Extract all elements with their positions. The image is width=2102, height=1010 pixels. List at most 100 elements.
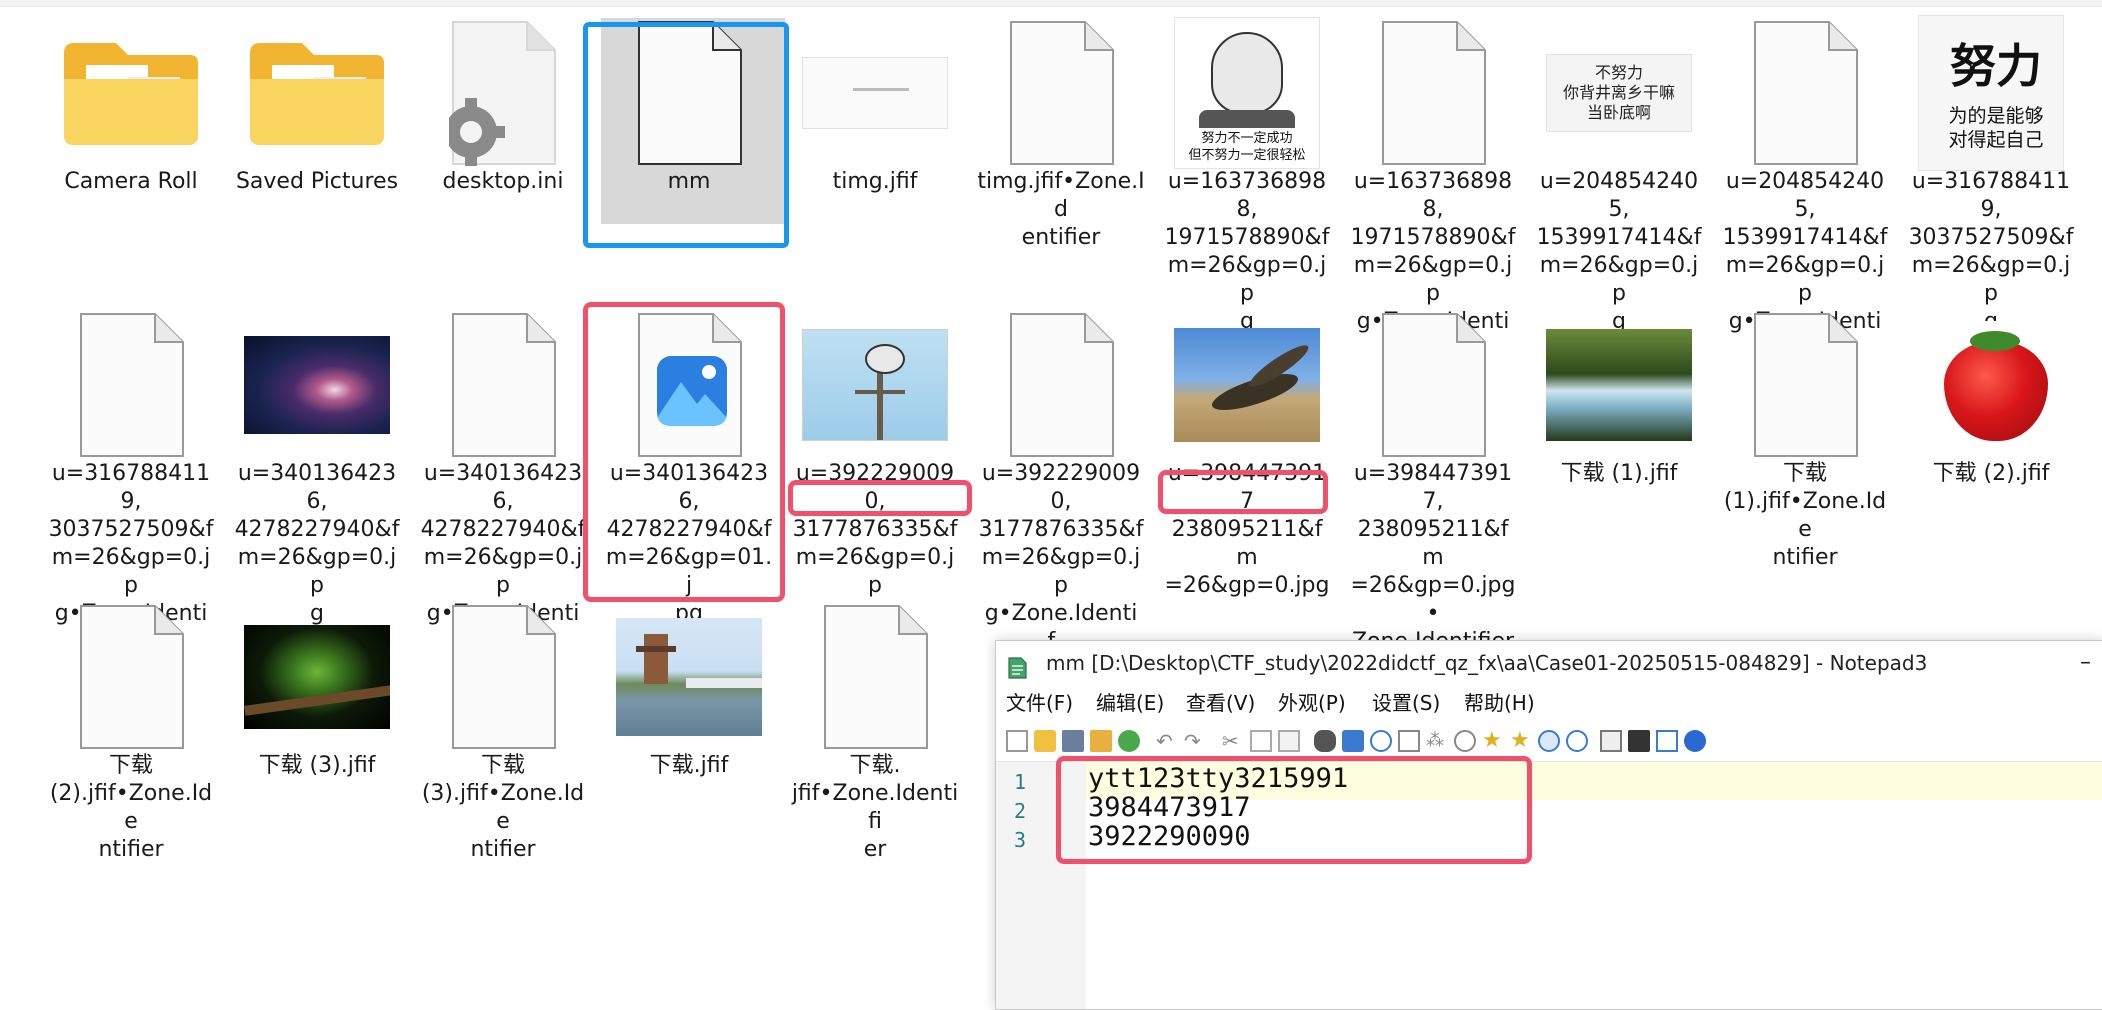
- folder-camera-roll[interactable]: Camera Roll: [46, 0, 216, 286]
- zoom-in-icon[interactable]: [1538, 730, 1560, 752]
- item-label: Camera Roll: [64, 169, 198, 194]
- menu-edit[interactable]: 编辑(E): [1096, 685, 1164, 721]
- meme-caption: 努力不一定成功 但不努力一定很轻松: [1175, 130, 1319, 164]
- add-favorite-icon[interactable]: ★: [1510, 730, 1532, 752]
- file-u3167884119-zone-identifier[interactable]: u=3167884119, 3037527509&f m=26&gp=0.jp …: [46, 292, 216, 654]
- meme-caption-line: 但不努力一定很轻松: [1188, 148, 1306, 163]
- file-u3922290090-jpg[interactable]: u=3922290090, 3177876335&f m=26&gp=0.jp …: [790, 292, 960, 626]
- window-title: mm [D:\Desktop\CTF_study\2022didctf_qz_f…: [1046, 651, 1928, 675]
- menu-appearance[interactable]: 外观(P): [1278, 685, 1346, 721]
- file-timg-zone-identifier[interactable]: timg.jfif•Zone.Id entifier: [976, 0, 1146, 286]
- open-folder-icon[interactable]: [1034, 730, 1056, 752]
- item-label: 下载 (3).jfif: [258, 753, 376, 778]
- notepad3-window: mm [D:\Desktop\CTF_study\2022didctf_qz_f…: [995, 640, 2102, 1010]
- title-bar[interactable]: mm [D:\Desktop\CTF_study\2022didctf_qz_f…: [996, 641, 2102, 685]
- save-icon[interactable]: [1062, 730, 1084, 752]
- image-thumbnail: 努力不一定成功 但不努力一定很轻松: [1174, 17, 1320, 169]
- document-icon: [988, 20, 1134, 166]
- document-icon: [1360, 20, 1506, 166]
- file-xiazai-2-jfif[interactable]: 下载 (2).jfif: [1906, 292, 2076, 578]
- menu-view[interactable]: 查看(V): [1186, 685, 1255, 721]
- folder-saved-pictures[interactable]: Saved Pictures: [232, 0, 402, 286]
- image-thumbnail: [244, 604, 390, 750]
- file-u1637368988-zone-identifier[interactable]: u=1637368988, 1971578890&f m=26&gp=0.jp …: [1348, 0, 1518, 362]
- file-xiazai-3-jfif[interactable]: 下载 (3).jfif: [232, 584, 402, 870]
- item-label: timg.jfif: [832, 169, 918, 194]
- meme-caption-line: 努力不一定成功: [1201, 131, 1293, 146]
- menu-file[interactable]: 文件(F): [1006, 685, 1073, 721]
- item-label: Saved Pictures: [235, 169, 399, 194]
- item-label: 下载. jfif•Zone.Identifi er: [791, 753, 959, 862]
- image-thumbnail: [1546, 312, 1692, 458]
- file-xiazai-zone-identifier[interactable]: 下载. jfif•Zone.Identifi er: [790, 584, 960, 870]
- keyboard-icon[interactable]: [1600, 730, 1622, 752]
- item-label: 下载 (1).jfif: [1560, 461, 1678, 486]
- file-u2048542405-jpg[interactable]: 不努力 你背井离乡干嘛 当卧底啊 u=2048542405, 153991741…: [1534, 0, 1704, 334]
- copy-icon[interactable]: [1250, 730, 1272, 752]
- image-thumbnail: 不努力 你背井离乡干嘛 当卧底啊: [1546, 20, 1692, 166]
- replace-icon[interactable]: [1342, 730, 1364, 752]
- undo-icon[interactable]: ↶: [1156, 730, 1178, 752]
- image-thumbnail: 努力 为的是能够 对得起自己: [1918, 15, 2064, 171]
- document-icon: [1732, 20, 1878, 166]
- file-u3401364236-zone-identifier[interactable]: u=3401364236, 4278227940&f m=26&gp=0.jp …: [418, 292, 588, 654]
- document-icon: [430, 312, 576, 458]
- file-u1637368988-jpg[interactable]: 努力不一定成功 但不努力一定很轻松 u=1637368988, 19715788…: [1162, 0, 1332, 334]
- item-label: 下载 (1).jfif•Zone.Ide ntifier: [1723, 461, 1887, 570]
- file-xiazai-3-zone-identifier[interactable]: 下载 (3).jfif•Zone.Ide ntifier: [418, 584, 588, 870]
- image-thumbnail: [616, 604, 762, 750]
- item-label: desktop.ini: [442, 169, 564, 194]
- exit-icon[interactable]: [1684, 730, 1706, 752]
- file-timg-jfif[interactable]: timg.jfif: [790, 0, 960, 286]
- annotation-box: [583, 302, 785, 602]
- annotation-box: [1158, 470, 1328, 514]
- new-file-icon[interactable]: [1006, 730, 1028, 752]
- find-icon[interactable]: [1314, 730, 1336, 752]
- file-u3984473917-jpg[interactable]: u=3984473917 238095211&fm =26&gp=0.jpg: [1162, 292, 1332, 598]
- file-desktop-ini[interactable]: desktop.ini: [418, 0, 588, 286]
- nuli-title: 努力: [1950, 39, 2042, 93]
- file-u3922290090-zone-identifier[interactable]: u=3922290090, 3177876335&f m=26&gp=0.jp …: [976, 292, 1146, 654]
- export-icon[interactable]: [1656, 730, 1678, 752]
- save-as-icon[interactable]: [1090, 730, 1112, 752]
- annotation-box: [788, 480, 972, 516]
- favorite-icon[interactable]: ★: [1482, 730, 1504, 752]
- folder-icon: [58, 20, 204, 166]
- document-icon: [1732, 312, 1878, 458]
- item-label: u=3984473917, 238095211&fm =26&gp=0.jpg•…: [1350, 461, 1516, 654]
- zoom-out-icon[interactable]: [1566, 730, 1588, 752]
- cut-icon[interactable]: ✂: [1222, 730, 1244, 752]
- document-icon: [430, 604, 576, 750]
- notepad3-app-icon: [1006, 651, 1028, 679]
- text-image-line: 当卧底啊: [1586, 103, 1651, 122]
- file-u3167884119-jpg[interactable]: 努力 为的是能够 对得起自己 u=3167884119, 3037527509&…: [1906, 0, 2076, 334]
- image-thumbnail: [802, 312, 948, 458]
- file-u3401364236-jpg[interactable]: u=3401364236, 4278227940&f m=26&gp=0.jp …: [232, 292, 402, 626]
- redo-icon[interactable]: ↷: [1184, 730, 1206, 752]
- document-icon: [58, 312, 204, 458]
- wordwrap-icon[interactable]: [1398, 730, 1420, 752]
- file-xiazai-jfif[interactable]: 下载.jfif: [604, 584, 774, 870]
- menu-settings[interactable]: 设置(S): [1372, 685, 1440, 721]
- file-xiazai-1-zone-identifier[interactable]: 下载 (1).jfif•Zone.Ide ntifier: [1720, 292, 1890, 578]
- file-xiazai-1-jfif[interactable]: 下载 (1).jfif: [1534, 292, 1704, 578]
- text-image-line: 你背井离乡干嘛: [1562, 83, 1675, 102]
- file-u2048542405-zone-identifier[interactable]: u=2048542405, 1539917414&f m=26&gp=0.jp …: [1720, 0, 1890, 362]
- item-label: 下载 (2).jfif: [1932, 461, 2050, 486]
- refresh-icon[interactable]: [1118, 730, 1140, 752]
- goto-icon[interactable]: [1370, 730, 1392, 752]
- menu-help[interactable]: 帮助(H): [1464, 685, 1535, 721]
- monitor-icon[interactable]: [1628, 730, 1650, 752]
- file-xiazai-2-zone-identifier[interactable]: 下载 (2).jfif•Zone.Ide ntifier: [46, 584, 216, 870]
- document-icon: [1360, 312, 1506, 458]
- image-thumbnail: [802, 20, 948, 166]
- image-thumbnail: [244, 312, 390, 458]
- minimize-button[interactable]: –: [2080, 641, 2091, 685]
- nuli-line: 对得起自己: [1948, 129, 2044, 151]
- file-u3984473917-zone-identifier[interactable]: u=3984473917, 238095211&fm =26&gp=0.jpg•…: [1348, 292, 1518, 654]
- zoom-reset-icon[interactable]: [1454, 730, 1476, 752]
- schema-icon[interactable]: ⁂: [1426, 730, 1448, 752]
- folder-icon: [244, 20, 390, 166]
- paste-icon[interactable]: [1278, 730, 1300, 752]
- item-label: timg.jfif•Zone.Id entifier: [977, 169, 1145, 250]
